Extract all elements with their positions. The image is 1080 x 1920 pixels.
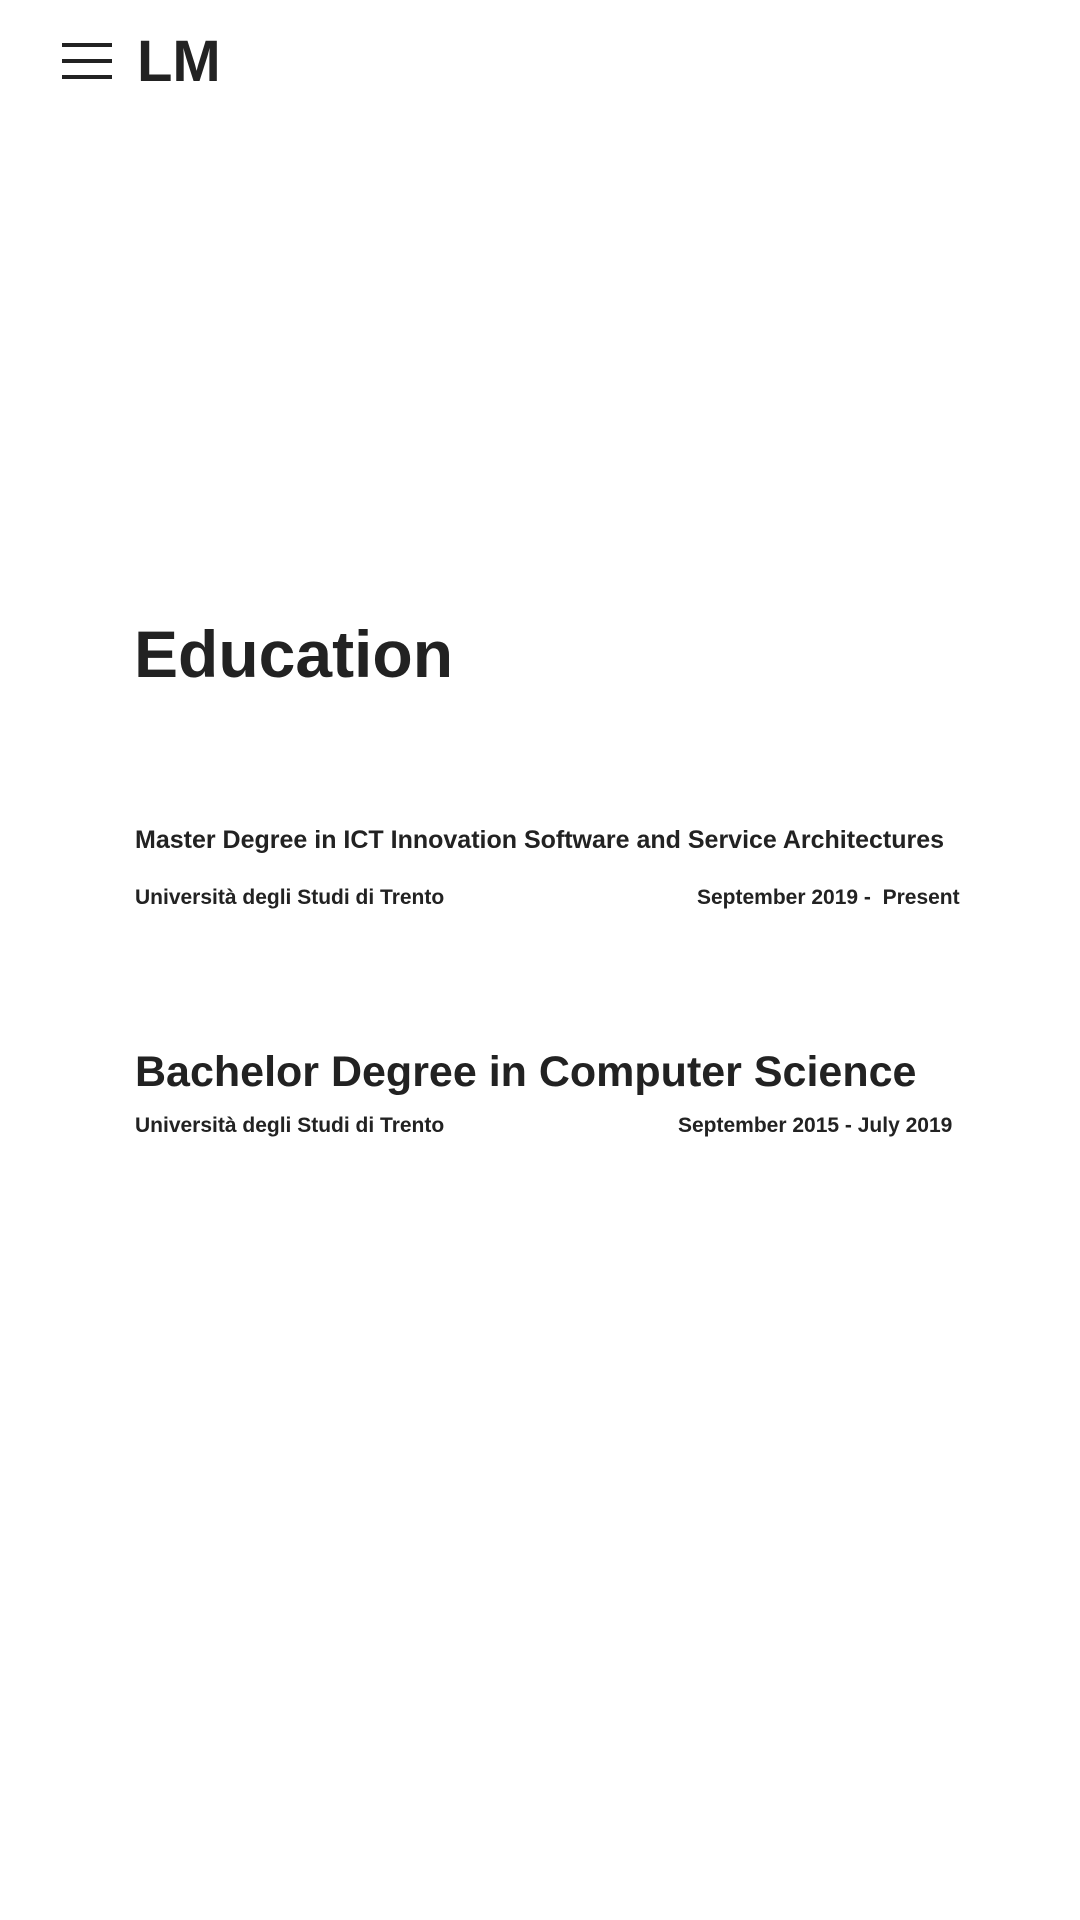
menu-line <box>62 59 112 63</box>
institution-label: Università degli Studi di Trento <box>135 886 445 909</box>
hamburger-menu-icon[interactable] <box>62 38 114 82</box>
menu-line <box>62 75 112 79</box>
date-range: September 2019 - Present <box>697 886 960 909</box>
section-title: Education <box>134 617 454 691</box>
site-logo[interactable]: LM <box>137 28 221 96</box>
institution-label: Università degli Studi di Trento <box>135 1114 445 1137</box>
degree-title: Master Degree in ICT Innovation Software… <box>135 826 945 854</box>
degree-title: Bachelor Degree in Computer Science <box>135 1048 917 1096</box>
date-range: September 2015 - July 2019 <box>678 1114 953 1137</box>
menu-line <box>62 43 112 47</box>
